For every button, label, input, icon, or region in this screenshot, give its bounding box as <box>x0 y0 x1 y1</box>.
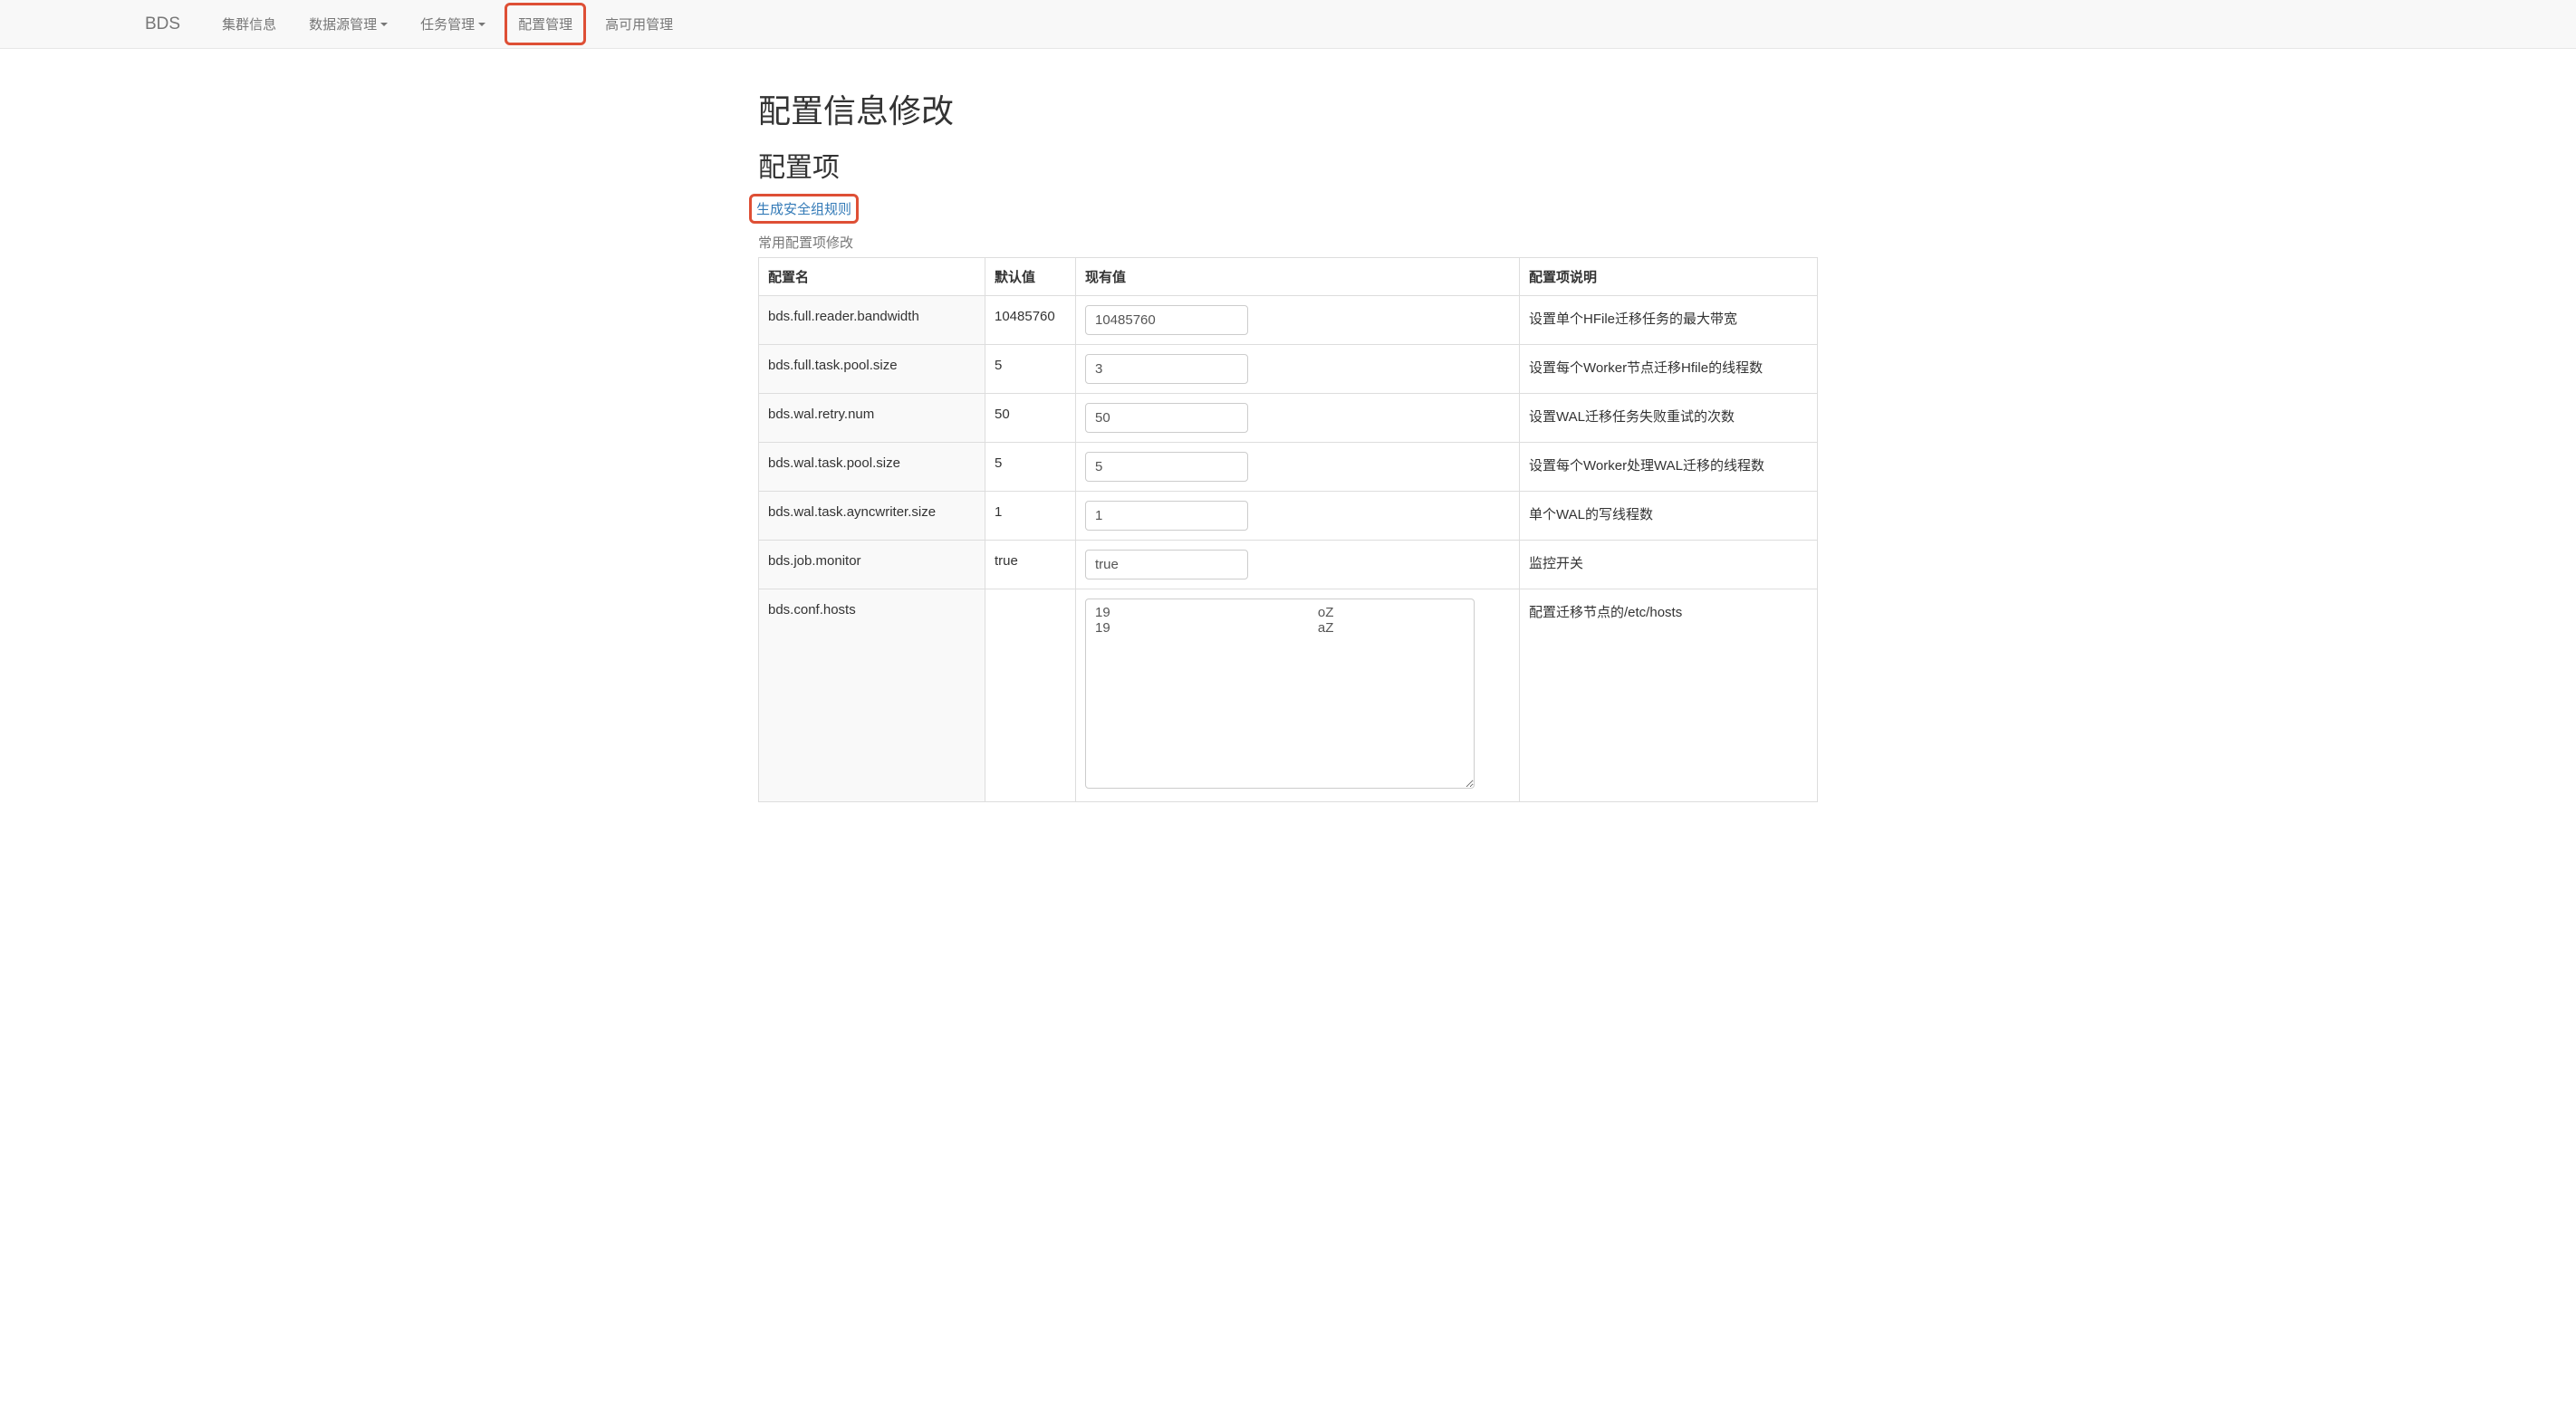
th-current: 现有值 <box>1076 258 1520 296</box>
nav-item-4[interactable]: 高可用管理 <box>589 0 689 48</box>
default-value-cell: 50 <box>985 394 1076 443</box>
config-name-cell: bds.wal.task.ayncwriter.size <box>759 492 985 541</box>
config-name-cell: bds.wal.retry.num <box>759 394 985 443</box>
table-header-row: 配置名 默认值 现有值 配置项说明 <box>759 258 1818 296</box>
common-config-subheading: 常用配置项修改 <box>758 233 1818 252</box>
config-textarea[interactable] <box>1085 599 1475 789</box>
nav-item-3[interactable]: 配置管理 <box>502 0 589 48</box>
table-row: bds.full.reader.bandwidth10485760 设置单个HFi… <box>759 296 1818 345</box>
default-value-cell <box>985 589 1076 802</box>
top-navbar: BDS 集群信息 数据源管理 任务管理 配置管理 高可用管理 <box>0 0 2576 49</box>
current-value-cell <box>1076 443 1520 492</box>
nav-item-0[interactable]: 集群信息 <box>206 0 293 48</box>
nav-item-label: 集群信息 <box>222 14 276 34</box>
config-name-cell: bds.conf.hosts <box>759 589 985 802</box>
config-name-cell: bds.full.reader.bandwidth <box>759 296 985 345</box>
description-cell: 设置WAL迁移任务失败重试的次数 <box>1520 394 1818 443</box>
description-cell: 设置每个Worker处理WAL迁移的线程数 <box>1520 443 1818 492</box>
nav-item-label: 数据源管理 <box>309 14 377 34</box>
default-value-cell: 5 <box>985 443 1076 492</box>
config-input[interactable] <box>1085 305 1248 335</box>
config-input[interactable] <box>1085 403 1248 433</box>
nav-item-label: 任务管理 <box>420 14 475 34</box>
page-subtitle: 配置项 <box>758 145 1818 185</box>
description-cell: 单个WAL的写线程数 <box>1520 492 1818 541</box>
generate-security-group-link[interactable]: 生成安全组规则 <box>756 202 851 217</box>
table-row: bds.full.task.pool.size5 设置每个Worker节点迁移Hf… <box>759 345 1818 394</box>
th-config-name: 配置名 <box>759 258 985 296</box>
nav-item-label: 高可用管理 <box>605 14 673 34</box>
nav-item-2[interactable]: 任务管理 <box>404 0 502 48</box>
page-title: 配置信息修改 <box>758 85 1818 132</box>
description-cell: 设置每个Worker节点迁移Hfile的线程数 <box>1520 345 1818 394</box>
table-row: bds.wal.task.ayncwriter.size1 单个WAL的写线程数 <box>759 492 1818 541</box>
config-name-cell: bds.wal.task.pool.size <box>759 443 985 492</box>
chevron-down-icon <box>380 23 388 26</box>
generate-security-group-link-wrap: 生成安全组规则 <box>749 196 859 222</box>
config-name-cell: bds.job.monitor <box>759 541 985 589</box>
current-value-cell <box>1076 345 1520 394</box>
config-input[interactable] <box>1085 452 1248 482</box>
table-row: bds.wal.retry.num50 设置WAL迁移任务失败重试的次数 <box>759 394 1818 443</box>
navbar-nav: 集群信息 数据源管理 任务管理 配置管理 高可用管理 <box>206 0 689 48</box>
config-input[interactable] <box>1085 501 1248 531</box>
config-table: 配置名 默认值 现有值 配置项说明 bds.full.reader.bandwi… <box>758 257 1818 802</box>
nav-item-1[interactable]: 数据源管理 <box>293 0 404 48</box>
current-value-cell <box>1076 541 1520 589</box>
th-desc: 配置项说明 <box>1520 258 1818 296</box>
config-input[interactable] <box>1085 550 1248 579</box>
default-value-cell: 5 <box>985 345 1076 394</box>
default-value-cell: 10485760 <box>985 296 1076 345</box>
current-value-cell <box>1076 492 1520 541</box>
th-default: 默认值 <box>985 258 1076 296</box>
current-value-cell <box>1076 394 1520 443</box>
chevron-down-icon <box>478 23 485 26</box>
description-cell: 设置单个HFile迁移任务的最大带宽 <box>1520 296 1818 345</box>
current-value-cell <box>1076 296 1520 345</box>
table-row: bds.wal.task.pool.size5 设置每个Worker处理WAL迁移… <box>759 443 1818 492</box>
table-row: bds.conf.hosts 配置迁移节点的/etc/hosts <box>759 589 1818 802</box>
nav-item-label: 配置管理 <box>518 14 572 34</box>
default-value-cell: 1 <box>985 492 1076 541</box>
table-row: bds.job.monitortrue 监控开关 <box>759 541 1818 589</box>
navbar-brand: BDS <box>18 14 206 34</box>
current-value-cell <box>1076 589 1520 802</box>
description-cell: 配置迁移节点的/etc/hosts <box>1520 589 1818 802</box>
description-cell: 监控开关 <box>1520 541 1818 589</box>
config-name-cell: bds.full.task.pool.size <box>759 345 985 394</box>
config-input[interactable] <box>1085 354 1248 384</box>
default-value-cell: true <box>985 541 1076 589</box>
main-container: 配置信息修改 配置项 生成安全组规则 常用配置项修改 配置名 默认值 现有值 配… <box>749 49 1827 820</box>
